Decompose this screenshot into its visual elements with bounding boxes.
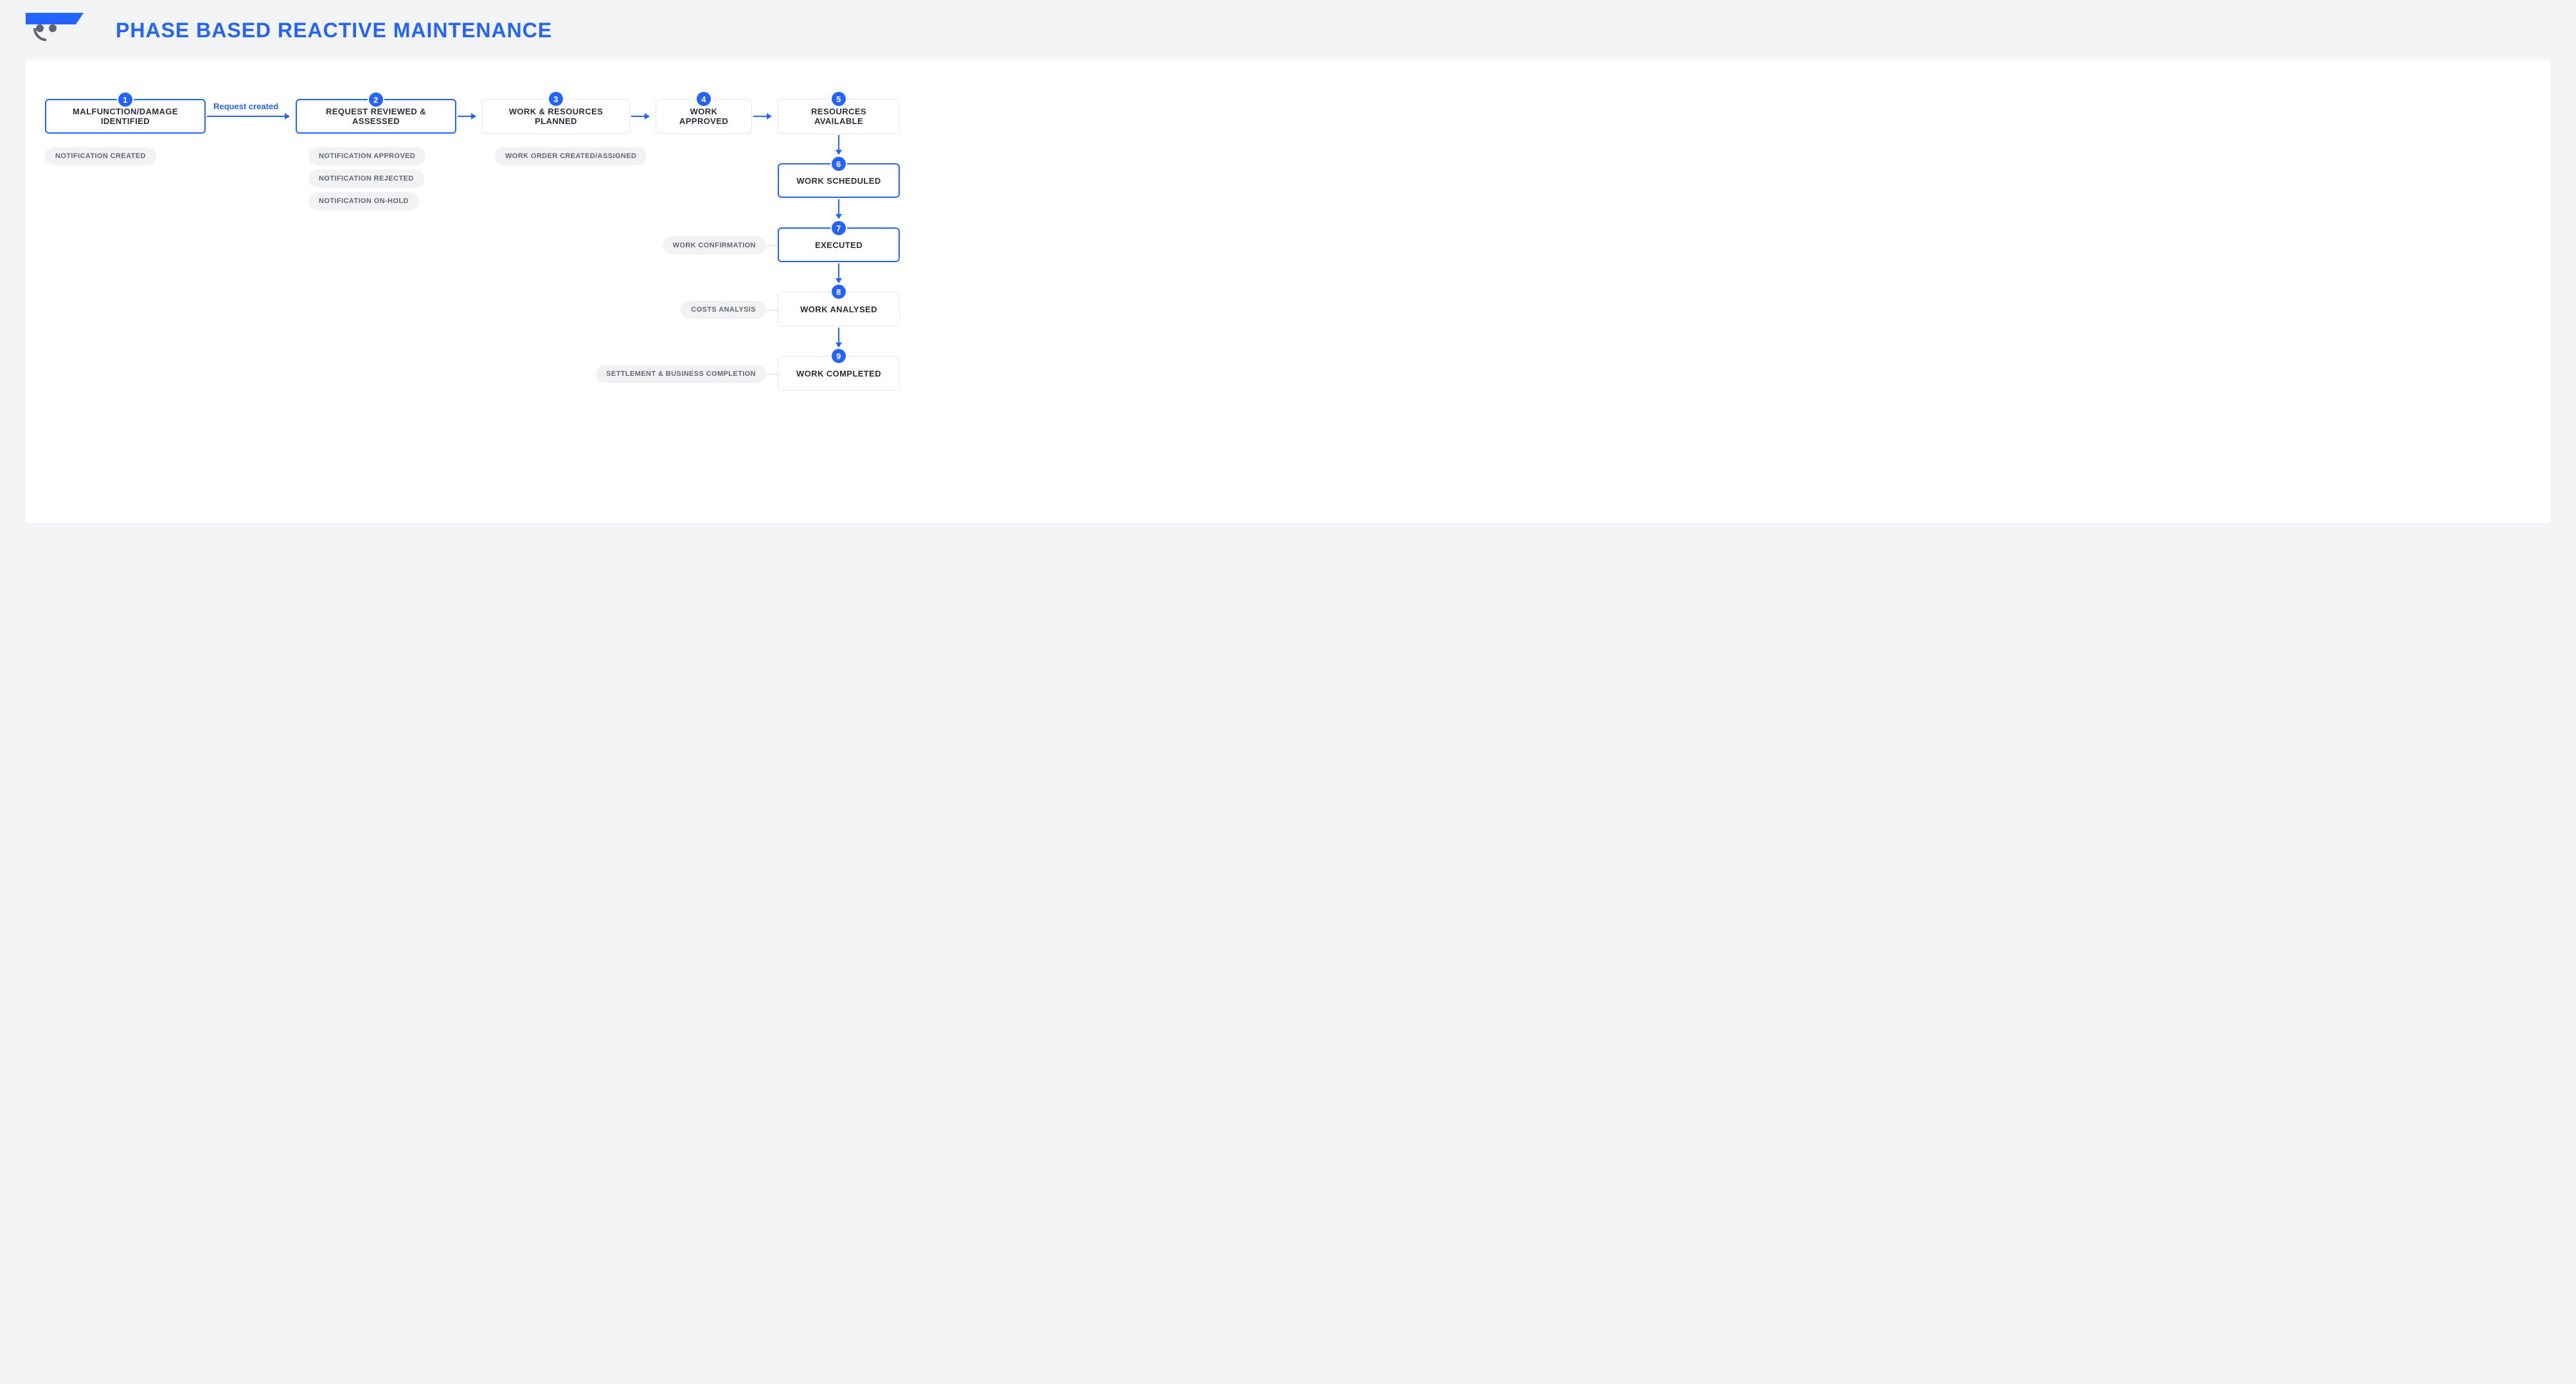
phase-badge: 9 <box>830 348 847 364</box>
phase-badge: 7 <box>830 220 847 236</box>
arrow-right-icon <box>631 116 649 117</box>
phase-6: 6 WORK SCHEDULED <box>778 163 900 198</box>
status-pill: NOTIFICATION REJECTED <box>309 170 424 188</box>
phase-badge: 2 <box>368 91 384 108</box>
phase-label: MALFUNCTION/DAMAGE IDENTIFIED <box>55 107 195 126</box>
phase-label: WORK SCHEDULED <box>796 176 881 186</box>
phase-badge: 1 <box>117 91 134 108</box>
phase-badge: 5 <box>830 91 847 107</box>
phase-label: EXECUTED <box>815 240 863 250</box>
arrow-down-icon <box>838 135 839 154</box>
phase-label: WORK & RESOURCES PLANNED <box>492 107 620 126</box>
phase-4: 4 WORK APPROVED <box>656 99 752 134</box>
phase-badge: 3 <box>548 91 564 107</box>
phase-badge: 8 <box>830 283 847 300</box>
phase-label: WORK COMPLETED <box>796 369 881 378</box>
status-pill: NOTIFICATION CREATED <box>45 147 156 165</box>
phase-label: RESOURCES AVAILABLE <box>787 107 890 126</box>
arrow-right-icon <box>207 116 289 117</box>
status-pill: COSTS ANALYSIS <box>681 301 766 319</box>
phase-1: 1 MALFUNCTION/DAMAGE IDENTIFIED <box>45 99 206 134</box>
arrow-right-icon <box>458 116 476 117</box>
phase-label: REQUEST REVIEWED & ASSESSED <box>306 107 446 126</box>
edge-label: Request created <box>213 102 278 111</box>
phase-8: 8 WORK ANALYSED <box>778 292 900 326</box>
phase-2: 2 REQUEST REVIEWED & ASSESSED <box>296 99 456 134</box>
phase-badge: 6 <box>830 155 847 172</box>
phase-label: WORK ANALYSED <box>800 305 877 314</box>
status-pill: WORK ORDER CREATED/ASSIGNED <box>495 147 647 165</box>
phase-5: 5 RESOURCES AVAILABLE <box>778 99 900 134</box>
phase-7: 7 EXECUTED <box>778 227 900 262</box>
page-header: PHASE BASED REACTIVE MAINTENANCE <box>0 0 2576 54</box>
arrow-right-icon <box>753 116 771 117</box>
diagram-canvas: 1 MALFUNCTION/DAMAGE IDENTIFIED Request … <box>26 60 2550 523</box>
arrow-down-icon <box>838 199 839 218</box>
status-pill: NOTIFICATION ON-HOLD <box>309 192 419 210</box>
phase-badge: 4 <box>695 91 712 107</box>
status-pill: NOTIFICATION APPROVED <box>309 147 425 165</box>
arrow-down-icon <box>838 263 839 283</box>
page-title: PHASE BASED REACTIVE MAINTENANCE <box>116 19 552 42</box>
phase-label: WORK APPROVED <box>665 107 742 126</box>
arrow-down-icon <box>838 328 839 347</box>
status-pill: WORK CONFIRMATION <box>663 236 766 254</box>
phase-3: 3 WORK & RESOURCES PLANNED <box>482 99 630 134</box>
brand-logo <box>26 13 84 48</box>
status-pill: SETTLEMENT & BUSINESS COMPLETION <box>596 365 766 383</box>
phase-9: 9 WORK COMPLETED <box>778 356 900 391</box>
